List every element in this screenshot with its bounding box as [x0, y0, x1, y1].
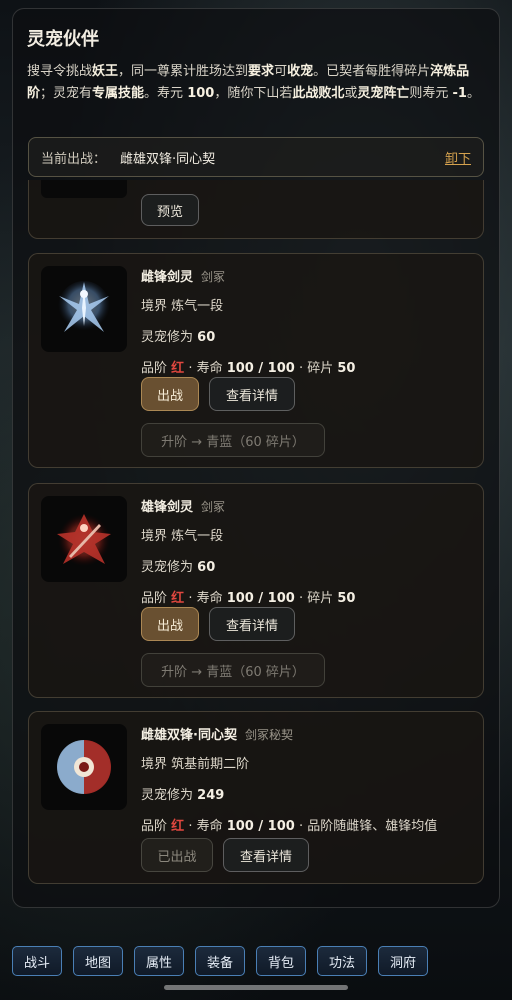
pet-info: 雌锋剑灵 剑冢 境界 炼气一段 灵宠修为 60 品阶 红 · 寿命 100 / 1… — [141, 266, 473, 376]
pet-tag: 剑冢 — [201, 270, 226, 284]
pet-realm: 境界 炼气一段 — [141, 299, 224, 314]
nav-attributes[interactable]: 属性 — [134, 946, 184, 976]
home-indicator[interactable] — [164, 985, 348, 990]
pet-thumbnail — [41, 180, 127, 198]
nav-battle[interactable]: 战斗 — [12, 946, 62, 976]
bottom-nav: 战斗 地图 属性 装备 背包 功法 洞府 — [12, 946, 428, 976]
current-pet-label: 当前出战： — [41, 151, 107, 167]
view-details-button[interactable]: 查看详情 — [209, 607, 295, 641]
pet-realm: 境界 筑基前期二阶 — [141, 757, 250, 772]
upgrade-button[interactable]: 升阶 → 青蓝（60 碎片） — [141, 653, 325, 687]
pet-name: 雌雄双锋·同心契 — [141, 728, 237, 743]
nav-map[interactable]: 地图 — [73, 946, 123, 976]
current-pet-name: 雌雄双锋·同心契 — [120, 151, 216, 167]
nav-bag[interactable]: 背包 — [256, 946, 306, 976]
pet-card: 雌锋剑灵 剑冢 境界 炼气一段 灵宠修为 60 品阶 红 · 寿命 100 / 1… — [28, 253, 484, 468]
pet-thumbnail — [41, 724, 127, 810]
current-pet-bar: 当前出战： 雌雄双锋·同心契 卸下 — [28, 137, 484, 177]
pet-thumbnail — [41, 266, 127, 352]
grade-value: 红 — [171, 361, 185, 376]
unequip-link[interactable]: 卸下 — [445, 148, 471, 167]
preview-button[interactable]: 预览 — [141, 194, 199, 226]
female-sword-spirit-icon — [58, 281, 110, 333]
pet-cultivation: 灵宠修为 60 — [141, 330, 216, 345]
panel-title: 灵宠伙伴 — [27, 29, 99, 50]
grade-value: 红 — [171, 819, 185, 834]
pet-card: 雄锋剑灵 剑冢 境界 炼气一段 灵宠修为 60 品阶 红 · 寿命 100 / 1… — [28, 483, 484, 698]
pet-stats: 品阶 红 · 寿命 100 / 100 · 碎片 50 — [141, 361, 356, 376]
pet-name: 雄锋剑灵 — [141, 500, 194, 515]
pet-stats: 品阶 红 · 寿命 100 / 100 · 碎片 50 — [141, 591, 356, 606]
view-details-button[interactable]: 查看详情 — [223, 838, 309, 872]
panel-description: 搜寻令挑战妖王，同一尊累计胜场达到要求可收宠。已契者每胜得碎片淬炼品阶；灵宠有专… — [27, 64, 480, 101]
view-details-button[interactable]: 查看详情 — [209, 377, 295, 411]
deploy-button[interactable]: 出战 — [141, 607, 199, 641]
male-sword-spirit-icon — [57, 514, 111, 566]
pet-info: 雌雄双锋·同心契 剑冢秘契 境界 筑基前期二阶 灵宠修为 249 品阶 红 · 寿… — [141, 724, 473, 834]
pet-name: 雌锋剑灵 — [141, 270, 194, 285]
grade-value: 红 — [171, 591, 185, 606]
pet-tag: 剑冢秘契 — [244, 728, 293, 742]
deployed-button[interactable]: 已出战 — [141, 838, 213, 872]
pet-card-partial: 预览 — [28, 180, 484, 239]
pet-thumbnail — [41, 496, 127, 582]
pet-cultivation: 灵宠修为 60 — [141, 560, 216, 575]
pet-card: 雌雄双锋·同心契 剑冢秘契 境界 筑基前期二阶 灵宠修为 249 品阶 红 · 寿… — [28, 711, 484, 884]
pet-stats: 品阶 红 · 寿命 100 / 100 · 品阶随雌锋、雄锋均值 — [141, 819, 438, 834]
pet-realm: 境界 炼气一段 — [141, 529, 224, 544]
deploy-button[interactable]: 出战 — [141, 377, 199, 411]
nav-techniques[interactable]: 功法 — [317, 946, 367, 976]
nav-equipment[interactable]: 装备 — [195, 946, 245, 976]
nav-cave[interactable]: 洞府 — [378, 946, 428, 976]
pet-tag: 剑冢 — [201, 500, 226, 514]
dual-sword-pact-icon — [57, 740, 111, 794]
upgrade-button[interactable]: 升阶 → 青蓝（60 碎片） — [141, 423, 325, 457]
pet-cultivation: 灵宠修为 249 — [141, 788, 225, 803]
pet-info: 雄锋剑灵 剑冢 境界 炼气一段 灵宠修为 60 品阶 红 · 寿命 100 / 1… — [141, 496, 473, 606]
